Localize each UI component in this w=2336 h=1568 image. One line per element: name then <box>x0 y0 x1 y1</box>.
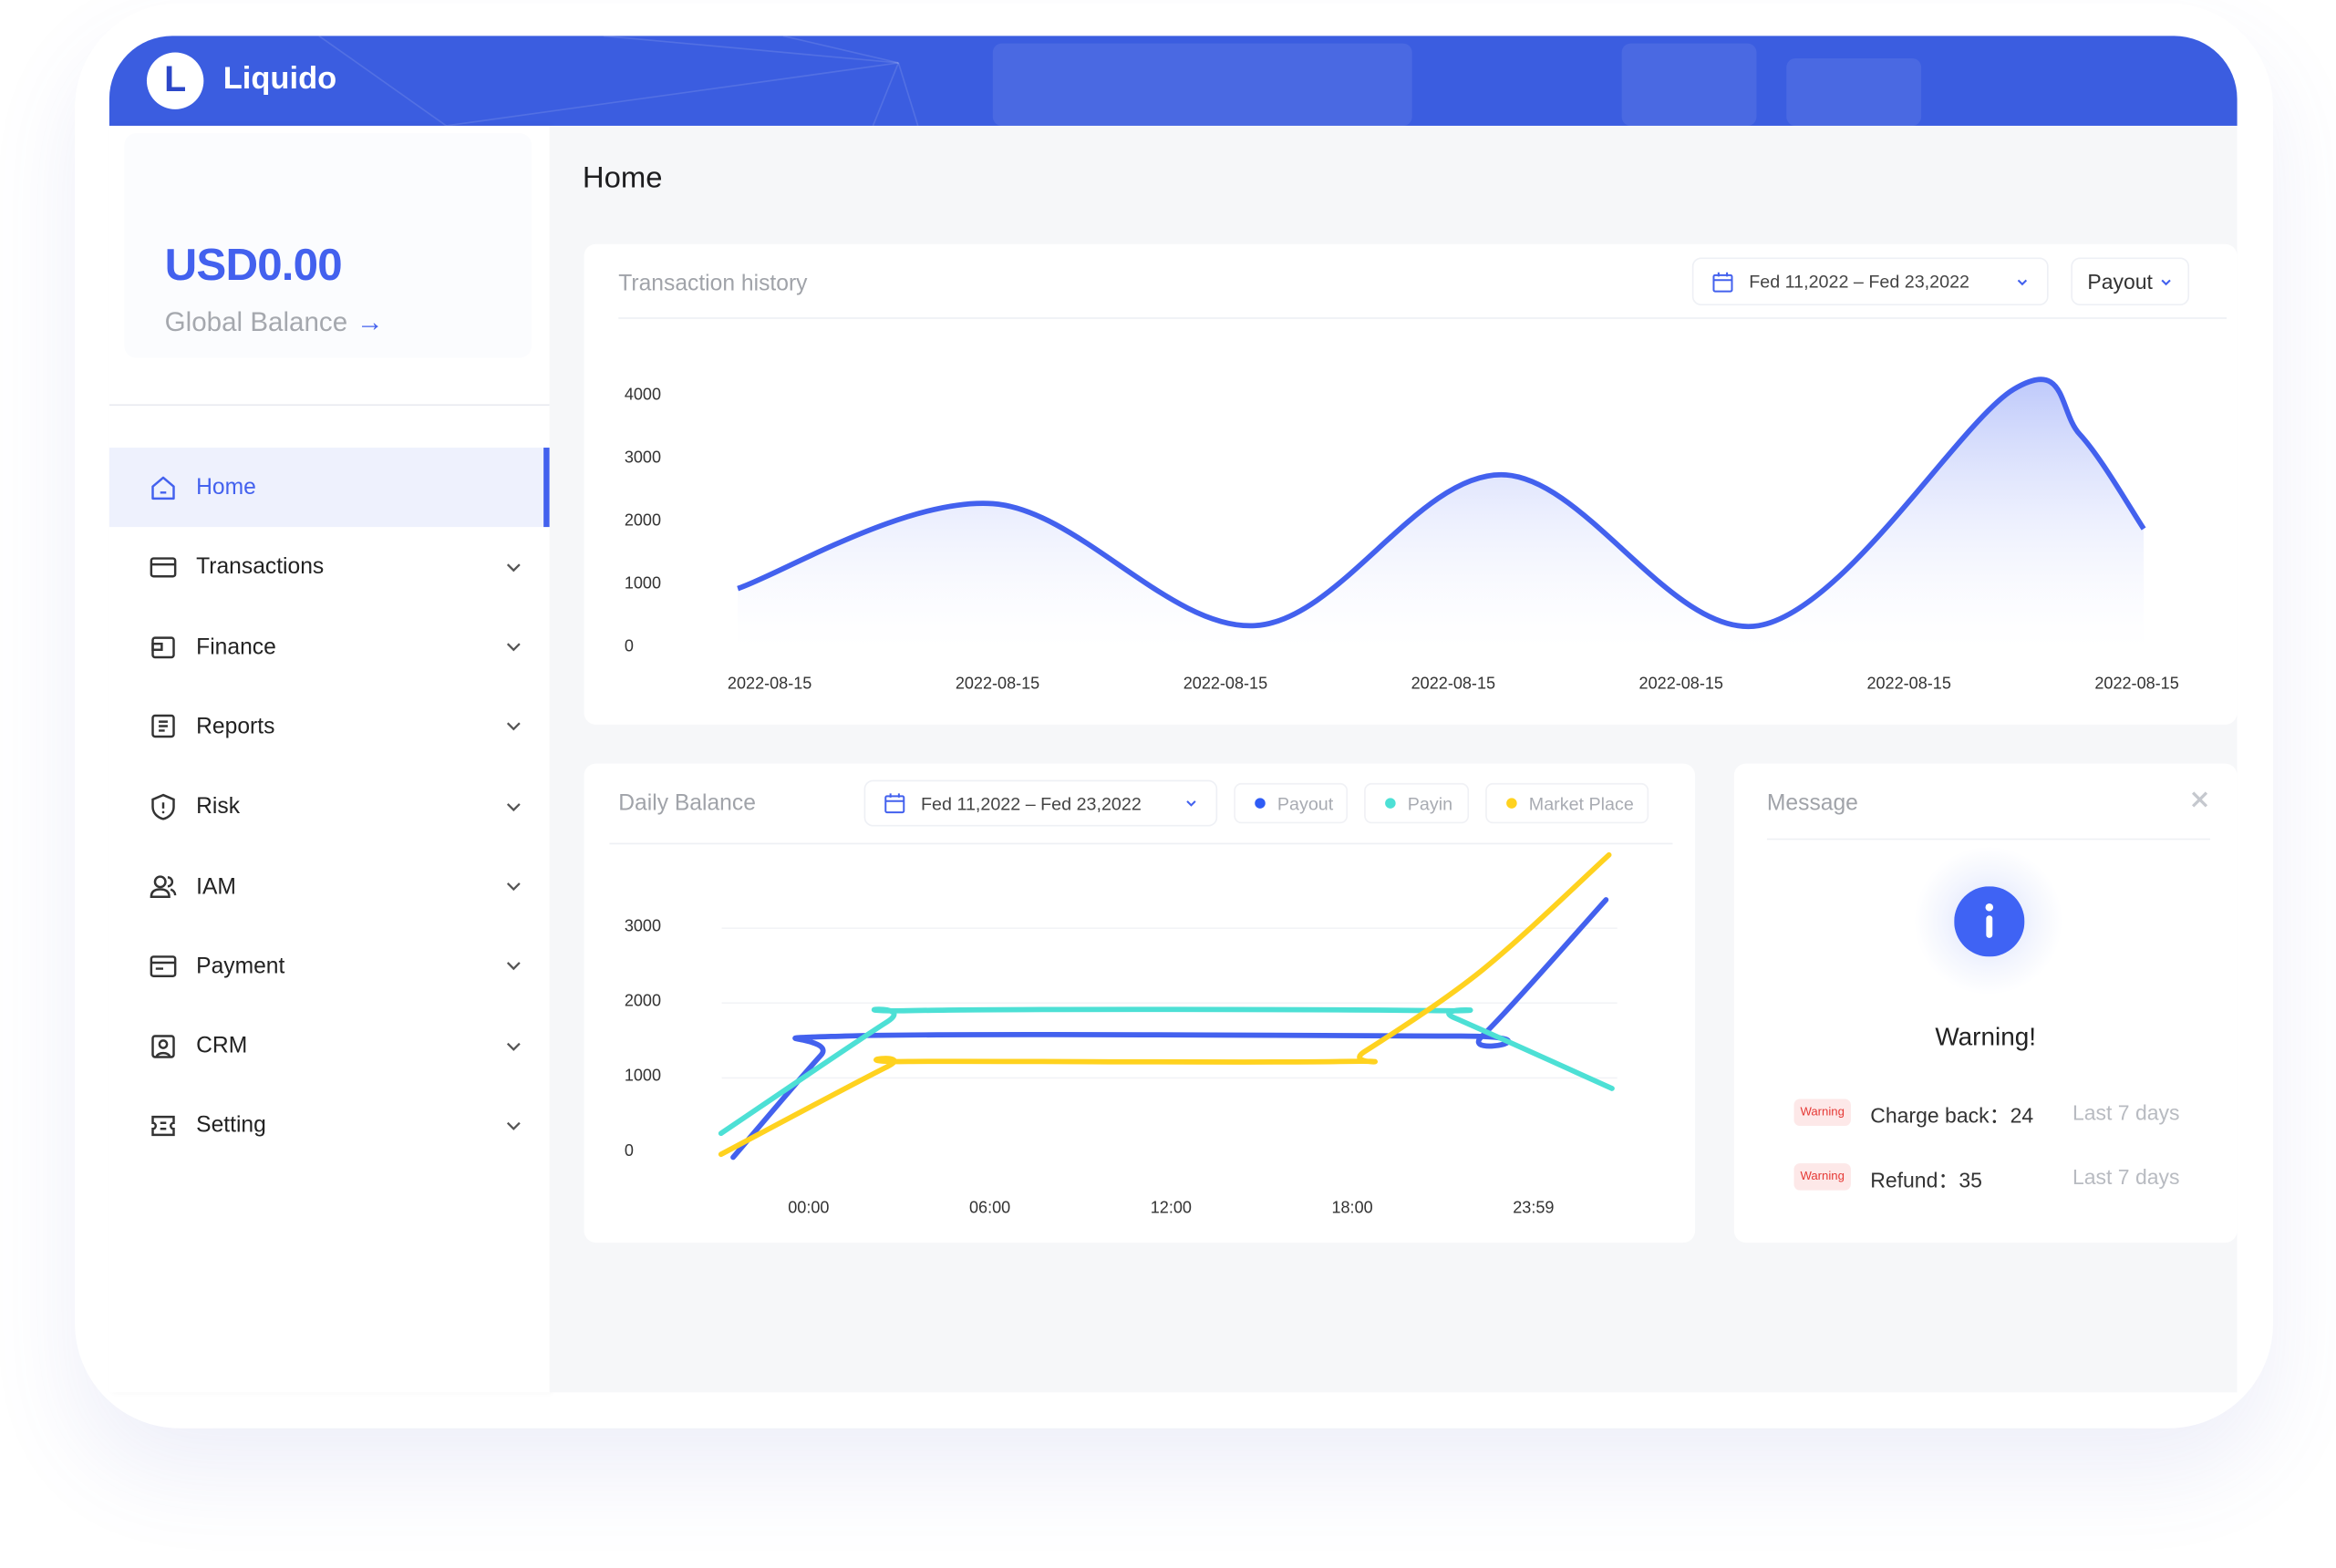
contact-icon <box>151 1034 175 1058</box>
chevron-down-icon[interactable] <box>504 558 522 576</box>
sidebar-item-label: Risk <box>196 793 241 820</box>
sidebar-item-label: Transactions <box>196 554 325 581</box>
sidebar-item-risk[interactable]: Risk <box>109 767 550 846</box>
x-tick-label: 2022-08-15 <box>727 675 812 694</box>
x-tick-label: 2022-08-15 <box>1411 675 1496 694</box>
chevron-down-icon[interactable] <box>504 798 522 816</box>
top-header: L Liquido <box>109 36 2238 126</box>
divider <box>1766 838 2211 841</box>
sidebar-item-setting[interactable]: Setting <box>109 1086 550 1165</box>
balance-card: USD0.00 Global Balance → <box>124 133 532 358</box>
sidebar-item-label: Home <box>196 474 256 500</box>
x-tick-label: 12:00 <box>1150 1199 1192 1218</box>
warning-heading: Warning! <box>1935 1022 2037 1051</box>
card-title: Message <box>1766 790 1858 817</box>
home-icon <box>151 475 175 500</box>
sidebar-item-iam[interactable]: IAM <box>109 847 550 926</box>
series-line-payin <box>718 1006 1615 1137</box>
y-tick-label: 3000 <box>624 449 662 468</box>
sidebar-item-reports[interactable]: Reports <box>109 687 550 767</box>
sidebar-item-transactions[interactable]: Transactions <box>109 528 550 607</box>
sidebar: USD0.00 Global Balance → Home Transaction… <box>109 125 550 1393</box>
card-icon <box>150 557 177 578</box>
y-tick-label: 4000 <box>624 386 662 405</box>
warning-badge: Warning <box>1793 1099 1851 1127</box>
period-text: Last 7 days <box>2072 1100 2180 1125</box>
sidebar-item-label: Reports <box>196 714 275 740</box>
close-icon[interactable] <box>2191 790 2209 809</box>
balance-amount: USD0.00 <box>164 241 343 291</box>
payment-icon <box>150 955 177 978</box>
header-pattern <box>318 36 1922 126</box>
message-card: Message Warning! Warning Charge back：24 … <box>1733 763 2238 1243</box>
x-tick-label: 23:59 <box>1513 1199 1555 1218</box>
y-tick-label: 1000 <box>624 1067 662 1086</box>
y-tick-label: 0 <box>624 637 634 656</box>
sidebar-item-finance[interactable]: Finance <box>109 607 550 686</box>
x-tick-label: 00:00 <box>788 1199 830 1218</box>
sidebar-item-payment[interactable]: Payment <box>109 926 550 1006</box>
balance-label: Global Balance <box>164 306 348 337</box>
chevron-down-icon[interactable] <box>504 638 522 656</box>
chevron-down-icon[interactable] <box>504 717 522 736</box>
shield-icon <box>151 793 175 820</box>
x-tick-label: 2022-08-15 <box>1183 675 1268 694</box>
chevron-down-icon[interactable] <box>504 1037 522 1055</box>
global-balance-link[interactable]: Global Balance → <box>165 307 384 338</box>
sidebar-item-label: Setting <box>196 1112 266 1139</box>
sidebar-item-label: Finance <box>196 634 276 660</box>
y-tick-label: 2000 <box>624 511 662 531</box>
y-tick-label: 2000 <box>624 992 662 1011</box>
refund-text: Refund：35 <box>1870 1167 1982 1192</box>
daily-balance-card: Daily Balance Fed 11,2022 – Fed 23,2022 … <box>584 763 1696 1243</box>
sidebar-item-label: IAM <box>196 873 236 900</box>
page-title: Home <box>582 161 663 195</box>
sidebar-item-label: CRM <box>196 1033 248 1059</box>
chevron-down-icon[interactable] <box>504 1117 522 1135</box>
x-tick-label: 2022-08-15 <box>2094 675 2179 694</box>
sidebar-item-crm[interactable]: CRM <box>109 1006 550 1086</box>
x-tick-label: 2022-08-15 <box>955 675 1040 694</box>
series-line-market-place <box>718 851 1612 1158</box>
arrow-right-icon: → <box>357 306 384 337</box>
x-tick-label: 18:00 <box>1331 1199 1373 1218</box>
app-name: Liquido <box>222 61 337 97</box>
x-tick-label: 06:00 <box>968 1199 1011 1218</box>
logo-icon: L <box>146 52 204 109</box>
x-tick-label: 2022-08-15 <box>1638 675 1723 694</box>
warning-badge: Warning <box>1793 1163 1851 1191</box>
charge-back-text: Charge back：24 <box>1870 1103 2034 1128</box>
daily-balance-chart <box>718 851 1618 1161</box>
chevron-down-icon[interactable] <box>504 957 522 975</box>
sidebar-item-home[interactable]: Home <box>109 448 550 528</box>
sidebar-item-label: Payment <box>196 953 285 979</box>
x-tick-label: 2022-08-15 <box>1866 675 1951 694</box>
report-icon <box>151 715 175 738</box>
y-tick-label: 0 <box>624 1142 634 1161</box>
setting-icon <box>151 1115 175 1136</box>
users-icon <box>150 875 177 898</box>
y-tick-label: 1000 <box>624 574 662 593</box>
sidebar-divider <box>109 404 550 407</box>
series-area <box>738 379 2145 649</box>
transaction-history-card: Transaction history Fed 11,2022 – Fed 23… <box>584 243 2238 725</box>
chevron-down-icon[interactable] <box>504 877 522 895</box>
wallet-icon <box>151 636 175 659</box>
period-text: Last 7 days <box>2072 1164 2180 1189</box>
transaction-history-chart <box>737 377 2146 649</box>
info-icon <box>1954 886 2025 957</box>
y-tick-label: 3000 <box>624 917 662 936</box>
